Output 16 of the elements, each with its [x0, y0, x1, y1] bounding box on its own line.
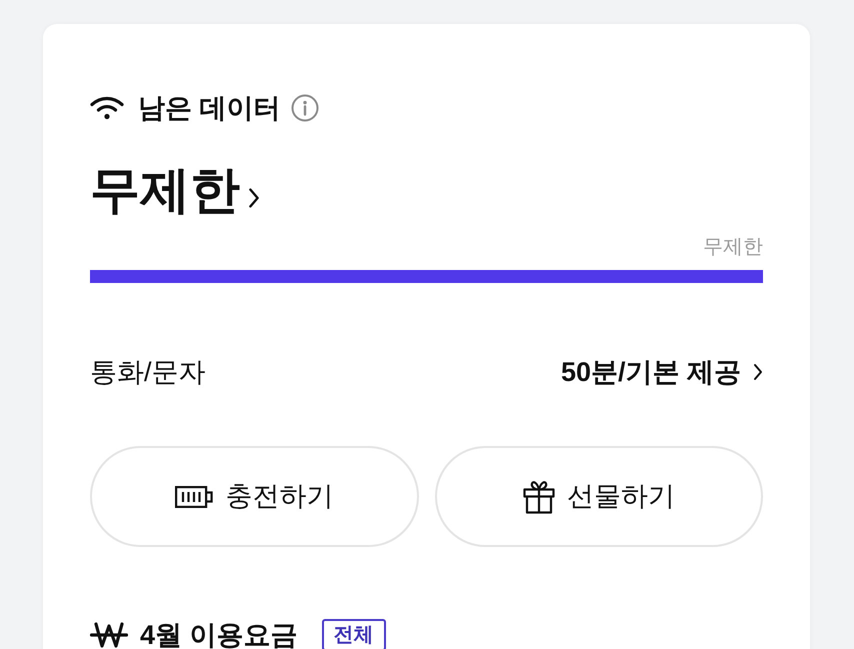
info-icon[interactable] — [290, 94, 319, 122]
chevron-right-icon — [248, 187, 260, 209]
bar-label: 무제한 — [703, 237, 763, 257]
section-title: 남은 데이터 — [138, 94, 281, 122]
wifi-icon — [90, 96, 124, 120]
battery-icon — [175, 484, 214, 508]
gift-icon — [522, 480, 555, 514]
data-amount-link[interactable]: 무제한 — [90, 155, 260, 215]
chevron-right-icon — [753, 363, 763, 381]
calls-value-link[interactable]: 50분/기본 제공 — [560, 358, 763, 386]
charge-button[interactable]: 충전하기 — [90, 446, 418, 547]
calls-label: 통화/문자 — [90, 358, 206, 386]
gift-button[interactable]: 선물하기 — [434, 446, 763, 547]
all-badge[interactable]: 전체 — [322, 619, 386, 649]
bill-title: 4월 이용요금 — [140, 622, 298, 648]
won-icon — [90, 622, 128, 648]
